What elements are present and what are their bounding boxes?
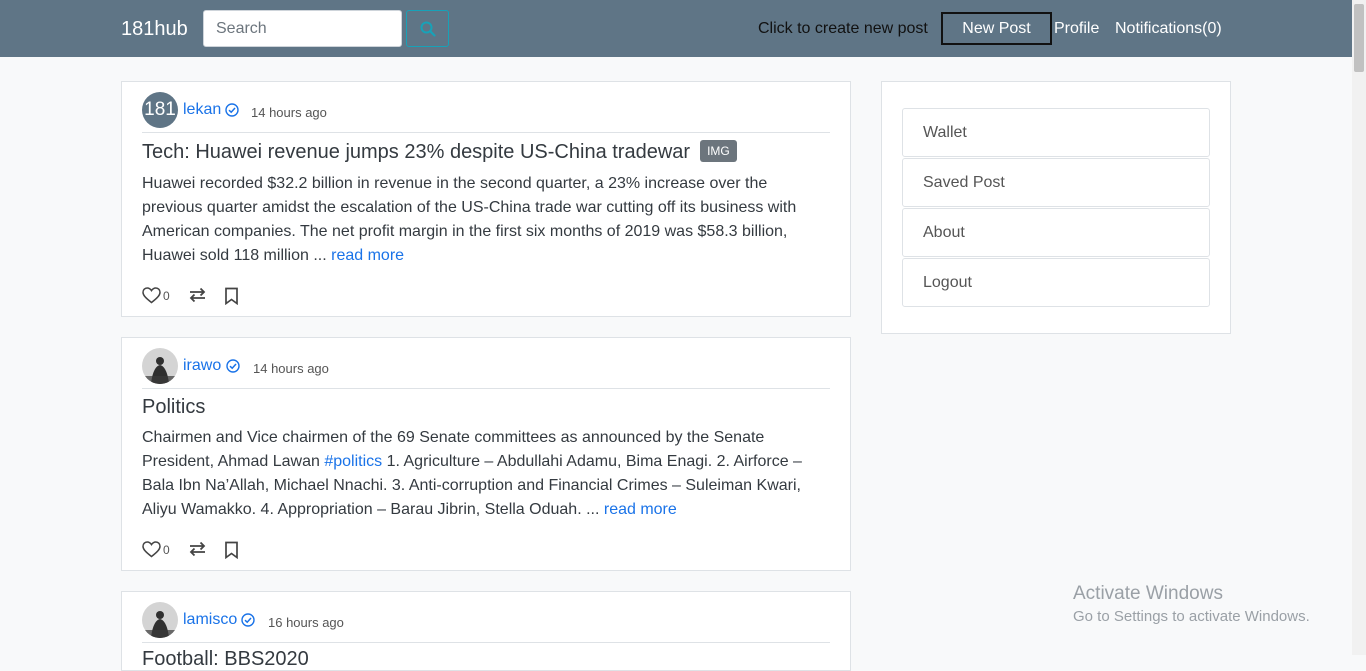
header-divider bbox=[142, 132, 830, 133]
repost-icon bbox=[189, 287, 206, 303]
avatar[interactable]: 181 bbox=[142, 92, 178, 128]
sidebar-item-logout[interactable]: Logout bbox=[902, 258, 1210, 307]
post-title[interactable]: Football: BBS2020 bbox=[142, 648, 309, 671]
post-title-text[interactable]: Tech: Huawei revenue jumps 23% despite U… bbox=[142, 141, 690, 163]
post-time: 14 hours ago bbox=[251, 105, 327, 120]
header-divider bbox=[142, 388, 830, 389]
like-button[interactable]: 0 bbox=[142, 541, 170, 558]
hashtag-link[interactable]: #politics bbox=[324, 453, 382, 470]
read-more-link[interactable]: read more bbox=[331, 247, 404, 264]
nav-notifications-link[interactable]: Notifications(0) bbox=[1115, 20, 1222, 38]
img-badge: IMG bbox=[700, 140, 737, 162]
nav-profile-link[interactable]: Profile bbox=[1054, 20, 1099, 38]
post-time: 16 hours ago bbox=[268, 615, 344, 630]
brand-logo[interactable]: 181hub bbox=[121, 18, 188, 41]
activate-windows-subtitle: Go to Settings to activate Windows. bbox=[1073, 608, 1310, 625]
like-count: 0 bbox=[163, 542, 170, 557]
search-icon bbox=[420, 21, 436, 37]
post-excerpt: Chairmen and Vice chairmen of the 69 Sen… bbox=[142, 426, 832, 522]
new-post-button[interactable]: New Post bbox=[941, 12, 1052, 45]
navbar: 181hub Click to create new post New Post… bbox=[0, 0, 1366, 57]
post-actions: 0 bbox=[142, 541, 342, 561]
author-link[interactable]: irawo bbox=[183, 357, 221, 375]
avatar[interactable] bbox=[142, 348, 178, 384]
new-post-hint: Click to create new post bbox=[758, 20, 928, 37]
post-time: 14 hours ago bbox=[253, 361, 329, 376]
verified-icon bbox=[226, 359, 240, 373]
avatar[interactable] bbox=[142, 602, 178, 638]
post-header: irawo 14 hours ago bbox=[142, 348, 830, 384]
post-card: irawo 14 hours ago Politics Chairmen and… bbox=[121, 337, 851, 571]
bookmark-button[interactable] bbox=[224, 541, 239, 559]
header-divider bbox=[142, 642, 830, 643]
read-more-link[interactable]: read more bbox=[604, 501, 677, 518]
heart-icon bbox=[142, 287, 161, 304]
post-header: 181 lekan 14 hours ago bbox=[142, 92, 830, 128]
verified-icon bbox=[241, 613, 255, 627]
scrollbar-thumb[interactable] bbox=[1354, 4, 1364, 72]
share-button[interactable] bbox=[188, 287, 207, 303]
verified-icon bbox=[225, 103, 239, 117]
post-title[interactable]: Tech: Huawei revenue jumps 23% despite U… bbox=[142, 140, 737, 164]
page-scrollbar[interactable] bbox=[1352, 0, 1366, 655]
like-button[interactable]: 0 bbox=[142, 287, 170, 304]
bookmark-icon bbox=[225, 287, 238, 305]
heart-icon bbox=[142, 541, 161, 558]
activate-windows-title: Activate Windows bbox=[1073, 583, 1223, 604]
repost-icon bbox=[189, 541, 206, 557]
search-button[interactable] bbox=[406, 10, 449, 47]
post-title[interactable]: Politics bbox=[142, 396, 205, 419]
post-header: lamisco 16 hours ago bbox=[142, 602, 830, 638]
sidebar: Wallet Saved Post About Logout bbox=[881, 81, 1231, 334]
share-button[interactable] bbox=[188, 541, 207, 557]
post-excerpt: Huawei recorded $32.2 billion in revenue… bbox=[142, 172, 832, 268]
sidebar-item-wallet[interactable]: Wallet bbox=[902, 108, 1210, 157]
author-link[interactable]: lekan bbox=[183, 101, 221, 119]
search-input[interactable] bbox=[203, 10, 402, 47]
like-count: 0 bbox=[163, 288, 170, 303]
sidebar-item-about[interactable]: About bbox=[902, 208, 1210, 257]
post-actions: 0 bbox=[142, 287, 342, 307]
author-link[interactable]: lamisco bbox=[183, 611, 237, 629]
post-card: lamisco 16 hours ago Football: BBS2020 bbox=[121, 591, 851, 671]
bookmark-button[interactable] bbox=[224, 287, 239, 305]
sidebar-item-saved-post[interactable]: Saved Post bbox=[902, 158, 1210, 207]
bookmark-icon bbox=[225, 541, 238, 559]
post-card: 181 lekan 14 hours ago Tech: Huawei reve… bbox=[121, 81, 851, 317]
post-excerpt-text: Huawei recorded $32.2 billion in revenue… bbox=[142, 175, 797, 264]
